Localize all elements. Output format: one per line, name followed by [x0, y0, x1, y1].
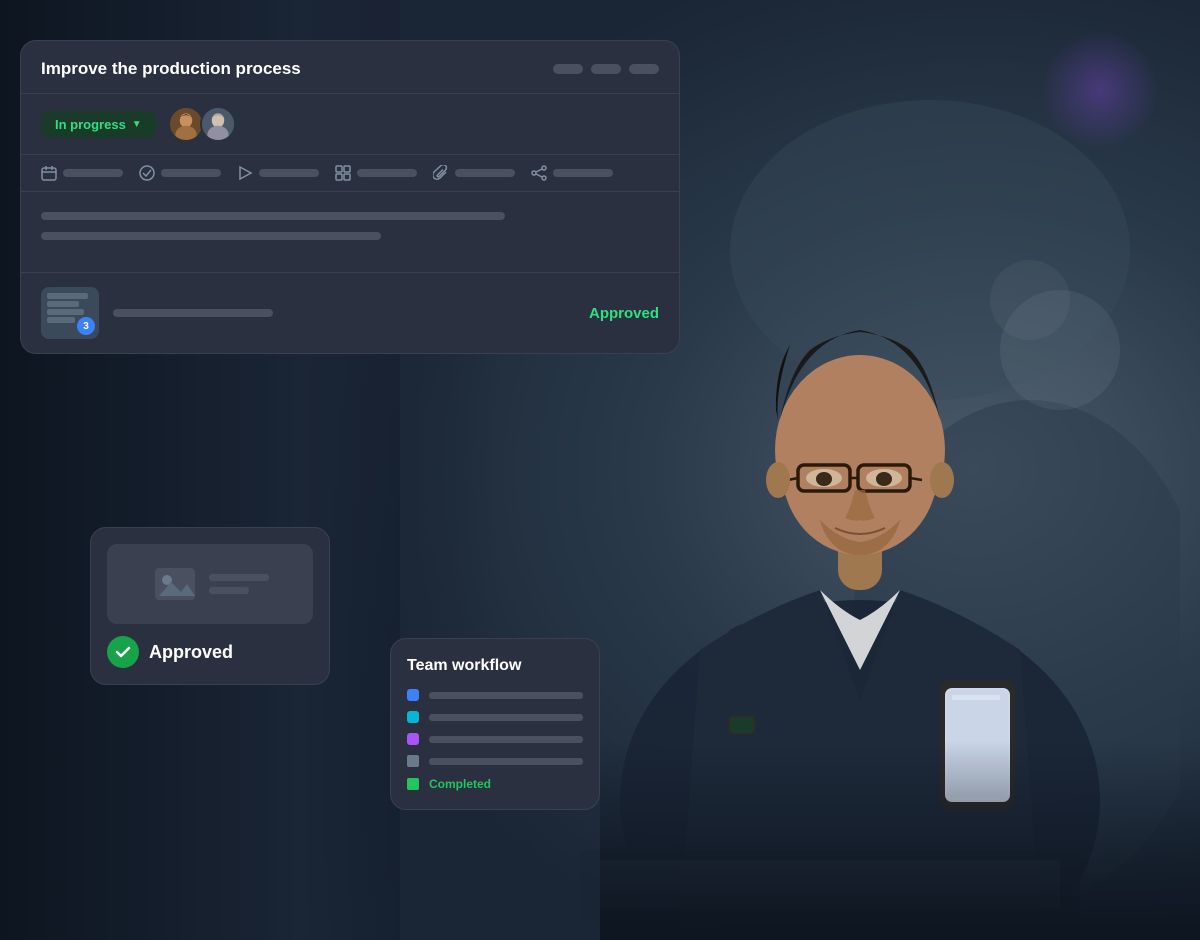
share-label-placeholder	[553, 169, 613, 177]
grid-icon	[335, 165, 351, 181]
window-controls	[553, 64, 659, 74]
task-title: Improve the production process	[41, 59, 301, 79]
play-label-placeholder	[259, 169, 319, 177]
window-control-1[interactable]	[553, 64, 583, 74]
check-icon	[139, 165, 155, 181]
attachment-badge: 3	[77, 317, 95, 335]
calendar-icon	[41, 165, 57, 181]
chevron-down-icon: ▼	[132, 119, 142, 130]
workflow-title: Team workflow	[407, 657, 583, 675]
workflow-item-1	[407, 689, 583, 701]
calendar-label-placeholder	[63, 169, 123, 177]
workflow-dot-blue	[407, 689, 419, 701]
workflow-dot-purple	[407, 733, 419, 745]
workflow-dot-green	[407, 778, 419, 790]
workflow-item-2	[407, 711, 583, 723]
workflow-line-4	[429, 758, 583, 765]
status-badge[interactable]: In progress ▼	[41, 111, 156, 138]
toolbar-grid[interactable]	[335, 165, 417, 181]
attachment-name-placeholder	[113, 309, 273, 317]
window-control-2[interactable]	[591, 64, 621, 74]
attachment-row: 3 Approved	[21, 273, 679, 353]
task-card: Improve the production process In progre…	[20, 40, 680, 354]
workflow-line-1	[429, 692, 583, 699]
approved-card-image	[107, 544, 313, 624]
workflow-line-3	[429, 736, 583, 743]
toolbar-calendar[interactable]	[41, 165, 123, 181]
image-line-1	[209, 574, 269, 581]
attachment-approved-label: Approved	[589, 305, 659, 322]
workflow-item-3	[407, 733, 583, 745]
content-line-2	[41, 232, 381, 240]
image-placeholder-lines	[209, 574, 269, 594]
avatar-user2	[200, 106, 236, 142]
image-placeholder-icon	[151, 560, 199, 608]
avatar-user1	[168, 106, 204, 142]
workflow-completed-text: Completed	[429, 777, 491, 791]
play-icon	[237, 165, 253, 181]
checkmark-icon	[114, 643, 132, 661]
approved-status-row: Approved	[107, 636, 313, 668]
share-icon	[531, 165, 547, 181]
attachment-label-placeholder	[455, 169, 515, 177]
check-label-placeholder	[161, 169, 221, 177]
approved-check-icon	[107, 636, 139, 668]
paperclip-icon	[433, 165, 449, 181]
approved-text: Approved	[149, 642, 233, 663]
attachment-thumbnail[interactable]: 3	[41, 287, 99, 339]
toolbar-attachment[interactable]	[433, 165, 515, 181]
task-card-header: Improve the production process	[21, 41, 679, 94]
window-control-3[interactable]	[629, 64, 659, 74]
status-row: In progress ▼	[21, 94, 679, 155]
approved-card: Approved	[90, 527, 330, 685]
workflow-line-2	[429, 714, 583, 721]
workflow-item-5: Completed	[407, 777, 583, 791]
toolbar-share[interactable]	[531, 165, 613, 181]
avatar-group	[168, 106, 236, 142]
status-label: In progress	[55, 117, 126, 132]
image-line-2	[209, 587, 249, 594]
toolbar-check[interactable]	[139, 165, 221, 181]
workflow-dot-gray	[407, 755, 419, 767]
task-content	[21, 192, 679, 273]
content-line-1	[41, 212, 505, 220]
laptop-hint	[600, 740, 1200, 940]
grid-label-placeholder	[357, 169, 417, 177]
toolbar	[21, 155, 679, 192]
workflow-item-4	[407, 755, 583, 767]
toolbar-play[interactable]	[237, 165, 319, 181]
workflow-items: Completed	[407, 689, 583, 791]
workflow-dot-teal	[407, 711, 419, 723]
workflow-card: Team workflow Completed	[390, 638, 600, 810]
